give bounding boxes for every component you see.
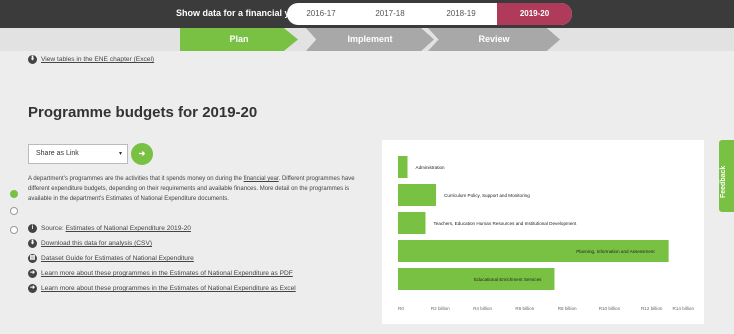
document-icon: ▤	[28, 254, 37, 263]
description-part-1: A department's programmes are the activi…	[28, 176, 244, 182]
section-radio-1[interactable]	[10, 190, 18, 198]
download-icon: ⬇	[28, 239, 37, 248]
share-go-button[interactable]: ➜	[131, 143, 153, 165]
chart-bar-label: Curriculum Policy, Support and Monitorin…	[444, 193, 530, 198]
source-link-item: Source: Estimates of National Expenditur…	[41, 225, 191, 232]
x-tick-label: R14 billion	[673, 306, 695, 311]
chart-bar-label: Educational Enrichment Services	[474, 277, 542, 282]
ene-pdf-link[interactable]: Learn more about these programmes in the…	[41, 270, 293, 277]
year-2018-19[interactable]: 2018-19	[425, 3, 497, 25]
source-link[interactable]: Estimates of National Expenditure 2019-2…	[66, 225, 191, 232]
financial-year-label: Show data for a financial year	[176, 8, 304, 18]
x-tick-label: R8 billion	[558, 306, 577, 311]
chart-bar-label: Administration	[416, 165, 446, 170]
chart-bar[interactable]	[398, 212, 426, 234]
share-select-label: Share as Link	[36, 150, 79, 157]
chart-bar-label: Teachers, Education Human Resources and …	[433, 221, 576, 226]
year-selector: 2016-17 2017-18 2018-19 2019-20	[287, 3, 572, 25]
ene-tables-link[interactable]: View tables in the ENE chapter (Excel)	[41, 56, 154, 63]
section-radio-3[interactable]	[10, 226, 18, 234]
share-select[interactable]: Share as Link ▾	[28, 144, 128, 164]
x-tick-label: R0	[398, 306, 404, 311]
stage-implement[interactable]: Implement	[306, 28, 434, 51]
year-2019-20[interactable]: 2019-20	[497, 3, 572, 25]
x-tick-label: R10 billion	[599, 306, 621, 311]
x-tick-label: R6 billion	[515, 306, 534, 311]
financial-year-bar: Show data for a financial year 2016-17 2…	[0, 0, 734, 28]
download-csv-link[interactable]: Download this data for analysis (CSV)	[41, 240, 152, 247]
financial-year-link[interactable]: financial year	[244, 176, 279, 182]
x-tick-label: R12 billion	[641, 306, 663, 311]
arrow-right-icon: ➜	[28, 284, 37, 293]
dataset-guide-link[interactable]: Dataset Guide for Estimates of National …	[41, 255, 194, 262]
stage-review[interactable]: Review	[428, 28, 560, 51]
page-title: Programme budgets for 2019-20	[28, 104, 258, 121]
source-prefix: Source:	[41, 225, 66, 232]
feedback-tab[interactable]: Feedback	[719, 140, 734, 212]
feedback-label: Feedback	[720, 165, 727, 198]
arrow-right-icon: ➜	[28, 269, 37, 278]
download-icon: ⬇	[28, 55, 37, 64]
info-icon: i	[28, 224, 37, 233]
ene-excel-link[interactable]: Learn more about these programmes in the…	[41, 285, 296, 292]
chart-bar[interactable]	[398, 156, 408, 178]
x-tick-label: R4 billion	[473, 306, 492, 311]
section-radio-2[interactable]	[10, 207, 18, 215]
x-tick-label: R2 billion	[431, 306, 450, 311]
year-2016-17[interactable]: 2016-17	[287, 3, 355, 25]
chart-canvas: Administration Curriculum Policy, Support…	[398, 156, 695, 311]
chart-bar-label: Planning, Information and Assessment	[576, 249, 655, 254]
programmes-description: A department's programmes are the activi…	[28, 174, 368, 204]
programme-budgets-chart: Administration Curriculum Policy, Support…	[382, 140, 704, 324]
stage-bar: Plan Implement Review	[0, 28, 734, 51]
chart-bar[interactable]	[398, 184, 437, 206]
stage-plan[interactable]: Plan	[180, 28, 298, 51]
chevron-down-icon: ▾	[118, 151, 122, 157]
year-2017-18[interactable]: 2017-18	[355, 3, 425, 25]
